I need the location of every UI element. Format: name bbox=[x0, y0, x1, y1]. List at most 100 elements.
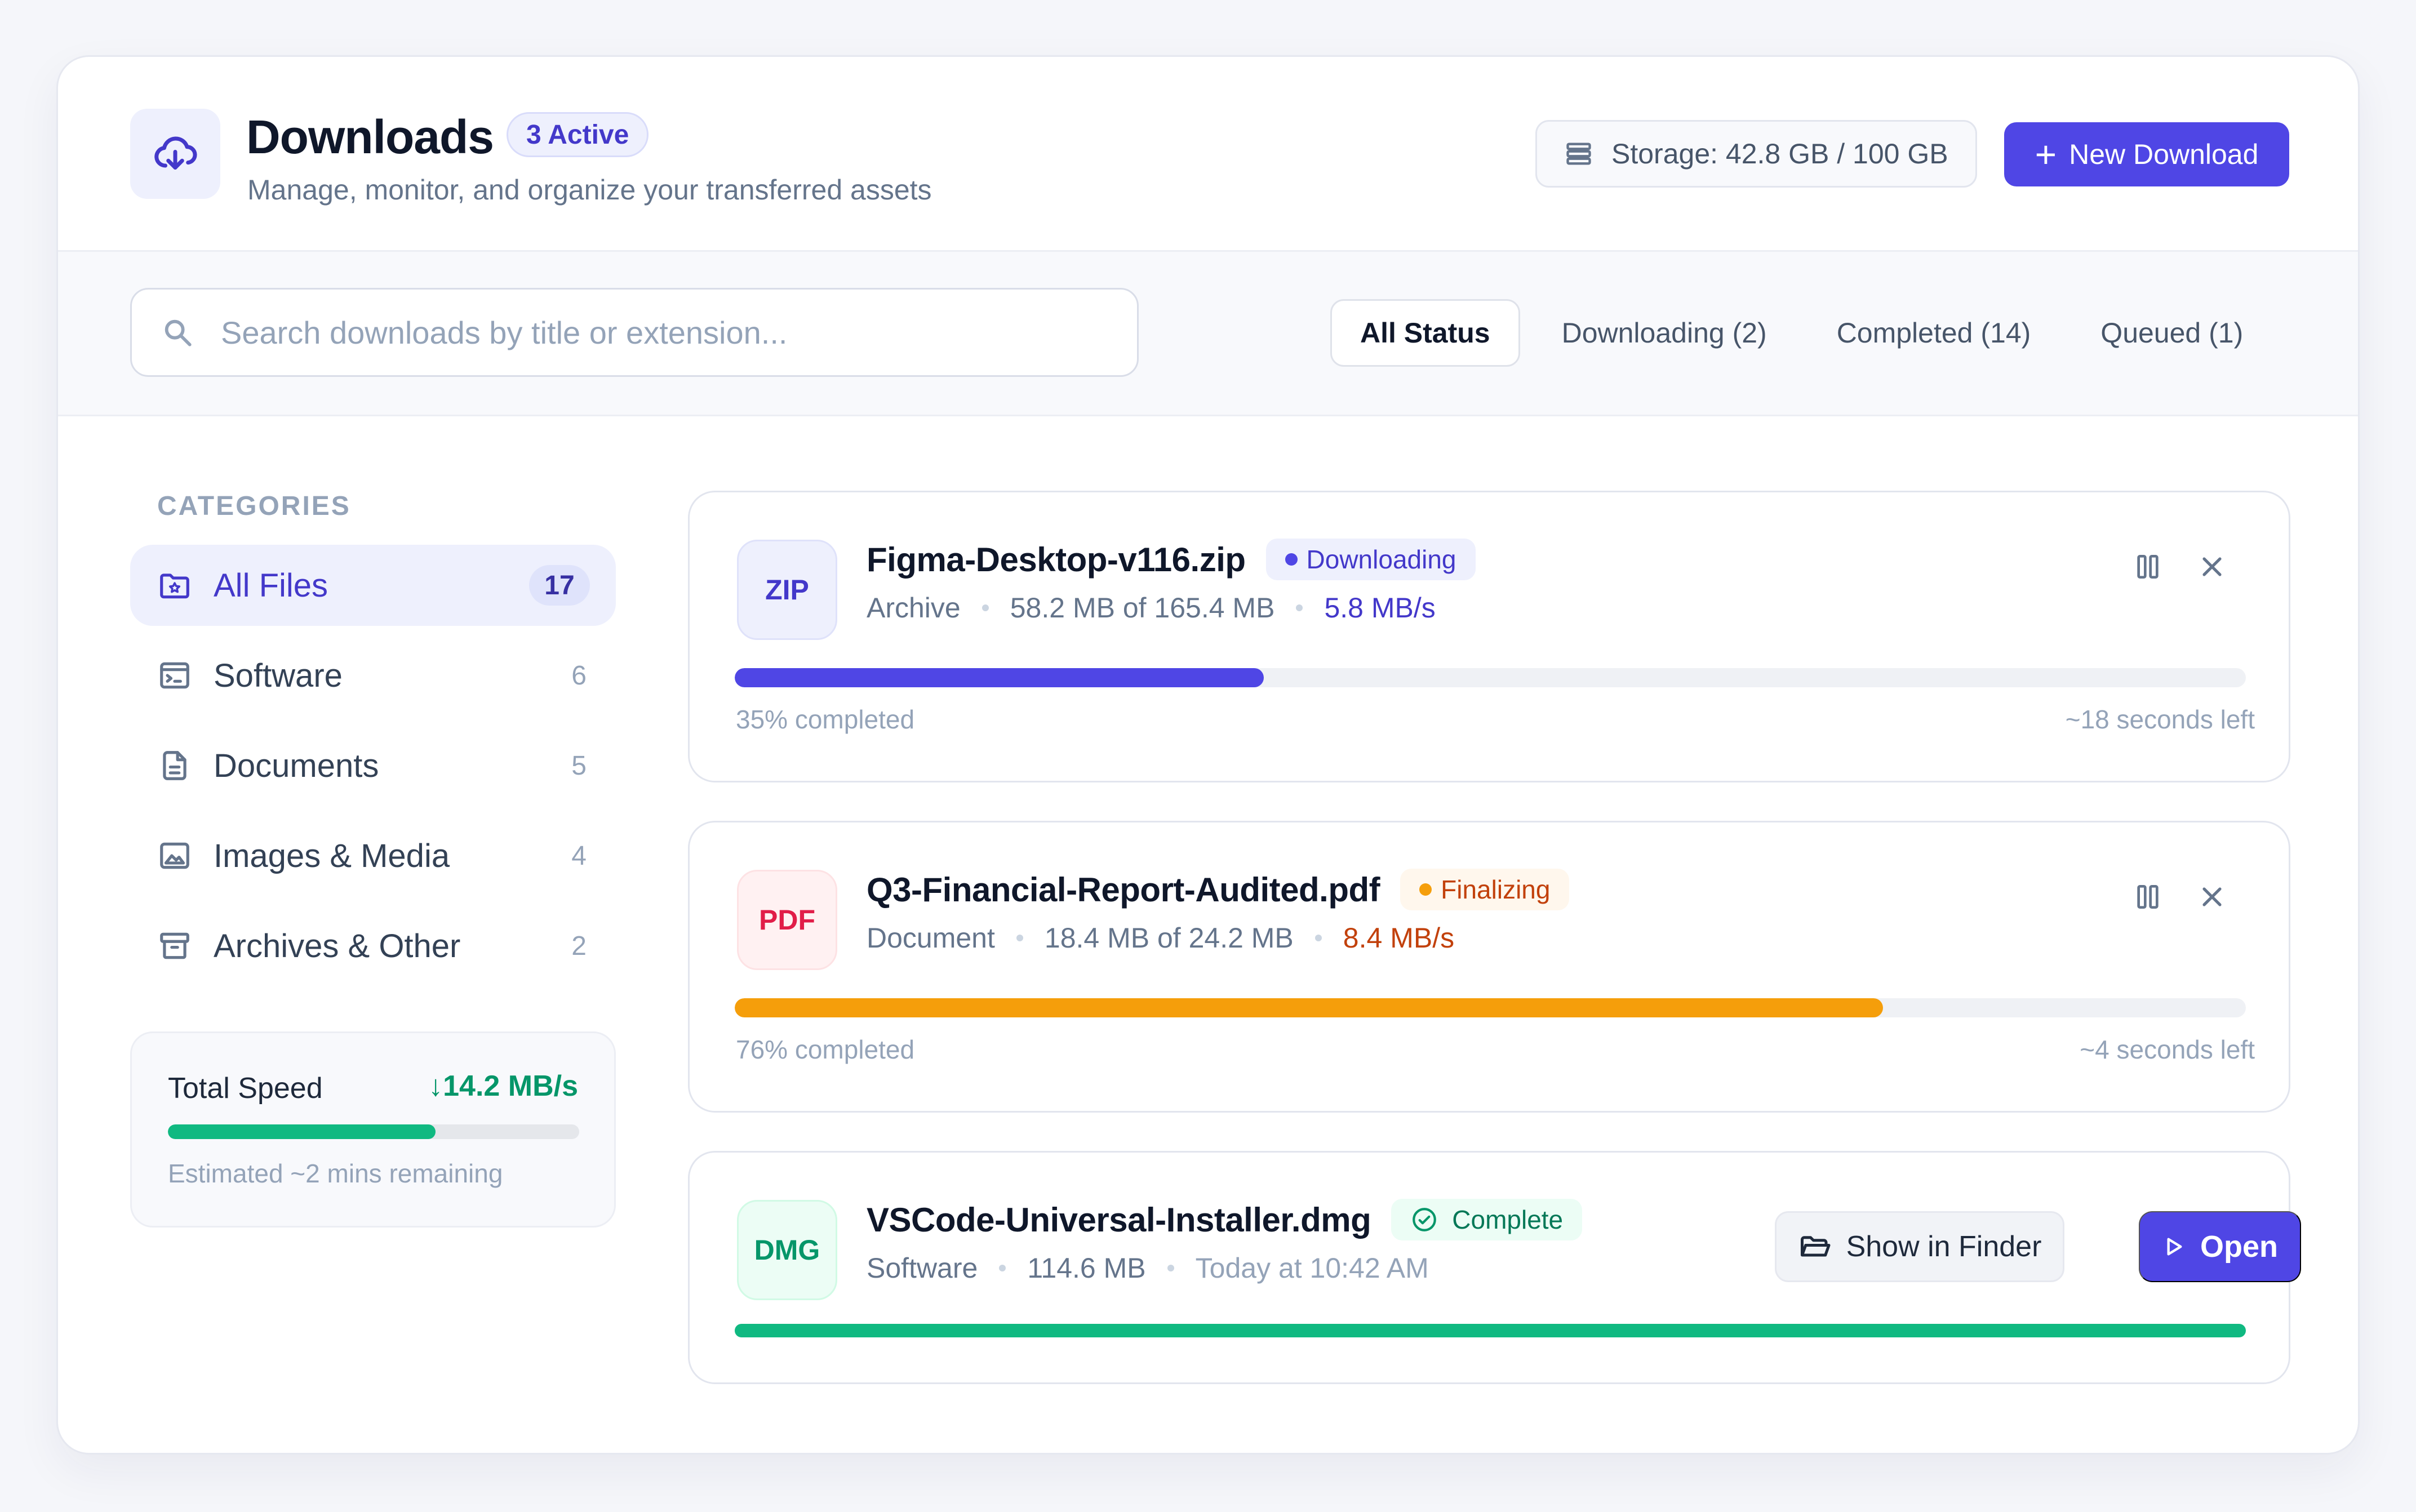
total-speed-estimate: Estimated ~2 mins remaining bbox=[168, 1159, 503, 1188]
download-file-name: Q3-Financial-Report-Audited.pdf bbox=[867, 870, 1380, 909]
download-title-row: Q3-Financial-Report-Audited.pdf Finalizi… bbox=[867, 869, 1570, 910]
download-category: Archive bbox=[867, 592, 961, 624]
storage-text: Storage: 42.8 GB / 100 GB bbox=[1611, 138, 1948, 170]
sidebar-item-count: 4 bbox=[571, 841, 587, 871]
pause-icon[interactable] bbox=[2125, 544, 2170, 589]
sidebar-item-label: Images & Media bbox=[214, 837, 450, 874]
status-dot-icon bbox=[1285, 553, 1298, 566]
download-item: PDF Q3-Financial-Report-Audited.pdf Fina… bbox=[688, 821, 2290, 1113]
download-title-row: VSCode-Universal-Installer.dmg Complete bbox=[867, 1199, 1583, 1240]
page-title: Downloads bbox=[246, 110, 494, 163]
download-item: DMG VSCode-Universal-Installer.dmg Compl… bbox=[688, 1151, 2301, 1384]
sidebar-item-label: All Files bbox=[214, 567, 328, 604]
download-progress-bar bbox=[735, 998, 2246, 1017]
time-left-text: ~4 seconds left bbox=[2080, 1035, 2255, 1064]
total-speed-label: Total Speed bbox=[168, 1072, 323, 1105]
sidebar-item-images-media[interactable]: Images & Media 4 bbox=[130, 815, 616, 896]
new-download-label: New Download bbox=[2069, 139, 2259, 170]
storage-indicator: Storage: 42.8 GB / 100 GB bbox=[1535, 120, 1977, 188]
header: Downloads 3 Active Manage, monitor, and … bbox=[58, 57, 2358, 252]
open-button[interactable]: Open bbox=[2139, 1211, 2301, 1282]
tab-completed[interactable]: Completed (14) bbox=[1809, 299, 2059, 367]
download-meta: Document 18.4 MB of 24.2 MB 8.4 MB/s bbox=[867, 922, 1454, 954]
status-label: Complete bbox=[1452, 1205, 1564, 1234]
separator-dot bbox=[982, 604, 989, 611]
download-size: 114.6 MB bbox=[1027, 1252, 1146, 1284]
download-rate: 8.4 MB/s bbox=[1343, 922, 1455, 954]
sidebar-item-count: 2 bbox=[571, 931, 587, 961]
open-label: Open bbox=[2200, 1230, 2278, 1264]
separator-dot bbox=[1167, 1265, 1174, 1271]
page-subtitle: Manage, monitor, and organize your trans… bbox=[247, 174, 932, 206]
file-type-tile: DMG bbox=[737, 1200, 837, 1300]
server-icon bbox=[1564, 139, 1593, 168]
download-title-row: Figma-Desktop-v116.zip Downloading bbox=[867, 539, 1476, 580]
sidebar-item-label: Archives & Other bbox=[214, 927, 461, 964]
status-badge: Finalizing bbox=[1400, 869, 1570, 910]
cloud-download-icon bbox=[154, 136, 197, 170]
download-progress-bar bbox=[735, 668, 2246, 687]
pause-icon[interactable] bbox=[2125, 874, 2170, 919]
separator-dot bbox=[999, 1265, 1006, 1271]
active-count-badge: 3 Active bbox=[507, 112, 649, 157]
check-circle-icon bbox=[1410, 1206, 1438, 1234]
file-type-tile: ZIP bbox=[737, 540, 837, 640]
download-progress-fill bbox=[735, 668, 1264, 687]
new-download-button[interactable]: + New Download bbox=[2004, 122, 2289, 186]
search-icon bbox=[165, 319, 192, 346]
download-progress-bar-complete bbox=[735, 1324, 2246, 1337]
show-in-finder-label: Show in Finder bbox=[1846, 1230, 2042, 1263]
status-dot-icon bbox=[1419, 883, 1432, 896]
tab-queued[interactable]: Queued (1) bbox=[2072, 299, 2271, 367]
sidebar-item-documents[interactable]: Documents 5 bbox=[130, 725, 616, 806]
categories-heading: CATEGORIES bbox=[157, 491, 351, 521]
search-box[interactable] bbox=[130, 288, 1139, 377]
document-icon bbox=[157, 748, 197, 783]
folder-star-icon bbox=[157, 568, 197, 603]
sidebar-item-software[interactable]: Software 6 bbox=[130, 635, 616, 716]
archive-icon bbox=[157, 928, 197, 963]
download-item: ZIP Figma-Desktop-v116.zip Downloading A… bbox=[688, 491, 2290, 782]
folder-open-icon bbox=[1798, 1230, 1832, 1264]
download-meta: Software 114.6 MB Today at 10:42 AM bbox=[867, 1252, 1429, 1284]
sidebar-item-label: Software bbox=[214, 657, 343, 694]
download-actions bbox=[2106, 874, 2235, 919]
close-icon[interactable] bbox=[2190, 874, 2235, 919]
download-rate: 5.8 MB/s bbox=[1324, 592, 1436, 624]
image-icon bbox=[157, 838, 197, 873]
search-input[interactable] bbox=[221, 314, 1066, 351]
toolbar: All Status Downloading (2) Completed (14… bbox=[58, 252, 2358, 416]
separator-dot bbox=[1314, 935, 1322, 941]
download-timestamp: Today at 10:42 AM bbox=[1195, 1252, 1429, 1284]
download-category: Document bbox=[867, 922, 995, 954]
sidebar-item-all-files[interactable]: All Files 17 bbox=[130, 545, 616, 626]
download-actions bbox=[2106, 544, 2235, 589]
progress-percent-text: 76% completed bbox=[736, 1035, 915, 1064]
download-progress-fill bbox=[735, 998, 1884, 1017]
sidebar-item-label: Documents bbox=[214, 747, 379, 784]
status-label: Downloading bbox=[1306, 545, 1456, 574]
show-in-finder-button[interactable]: Show in Finder bbox=[1775, 1211, 2064, 1282]
download-meta: Archive 58.2 MB of 165.4 MB 5.8 MB/s bbox=[867, 592, 1436, 624]
sidebar-item-count: 6 bbox=[571, 660, 587, 691]
download-file-name: VSCode-Universal-Installer.dmg bbox=[867, 1200, 1371, 1239]
status-filter-tabs: All Status Downloading (2) Completed (14… bbox=[1330, 299, 2285, 367]
separator-dot bbox=[1296, 604, 1303, 611]
total-speed-bar-fill bbox=[168, 1124, 436, 1139]
sidebar-item-archives-other[interactable]: Archives & Other 2 bbox=[130, 905, 616, 986]
time-left-text: ~18 seconds left bbox=[2065, 705, 2255, 734]
terminal-icon bbox=[157, 658, 197, 693]
total-speed-bar bbox=[168, 1124, 579, 1139]
download-size: 18.4 MB of 24.2 MB bbox=[1044, 922, 1294, 954]
progress-percent-text: 35% completed bbox=[736, 705, 915, 734]
tab-downloading[interactable]: Downloading (2) bbox=[1534, 299, 1795, 367]
sidebar-item-count: 17 bbox=[529, 565, 590, 606]
total-speed-value: ↓14.2 MB/s bbox=[428, 1070, 578, 1102]
download-file-name: Figma-Desktop-v116.zip bbox=[867, 540, 1246, 579]
plus-icon: + bbox=[2035, 134, 2057, 175]
download-size: 58.2 MB of 165.4 MB bbox=[1010, 592, 1275, 624]
file-type-tile: PDF bbox=[737, 870, 837, 970]
tab-all-status[interactable]: All Status bbox=[1330, 299, 1520, 367]
play-icon bbox=[2162, 1235, 2184, 1258]
close-icon[interactable] bbox=[2190, 544, 2235, 589]
